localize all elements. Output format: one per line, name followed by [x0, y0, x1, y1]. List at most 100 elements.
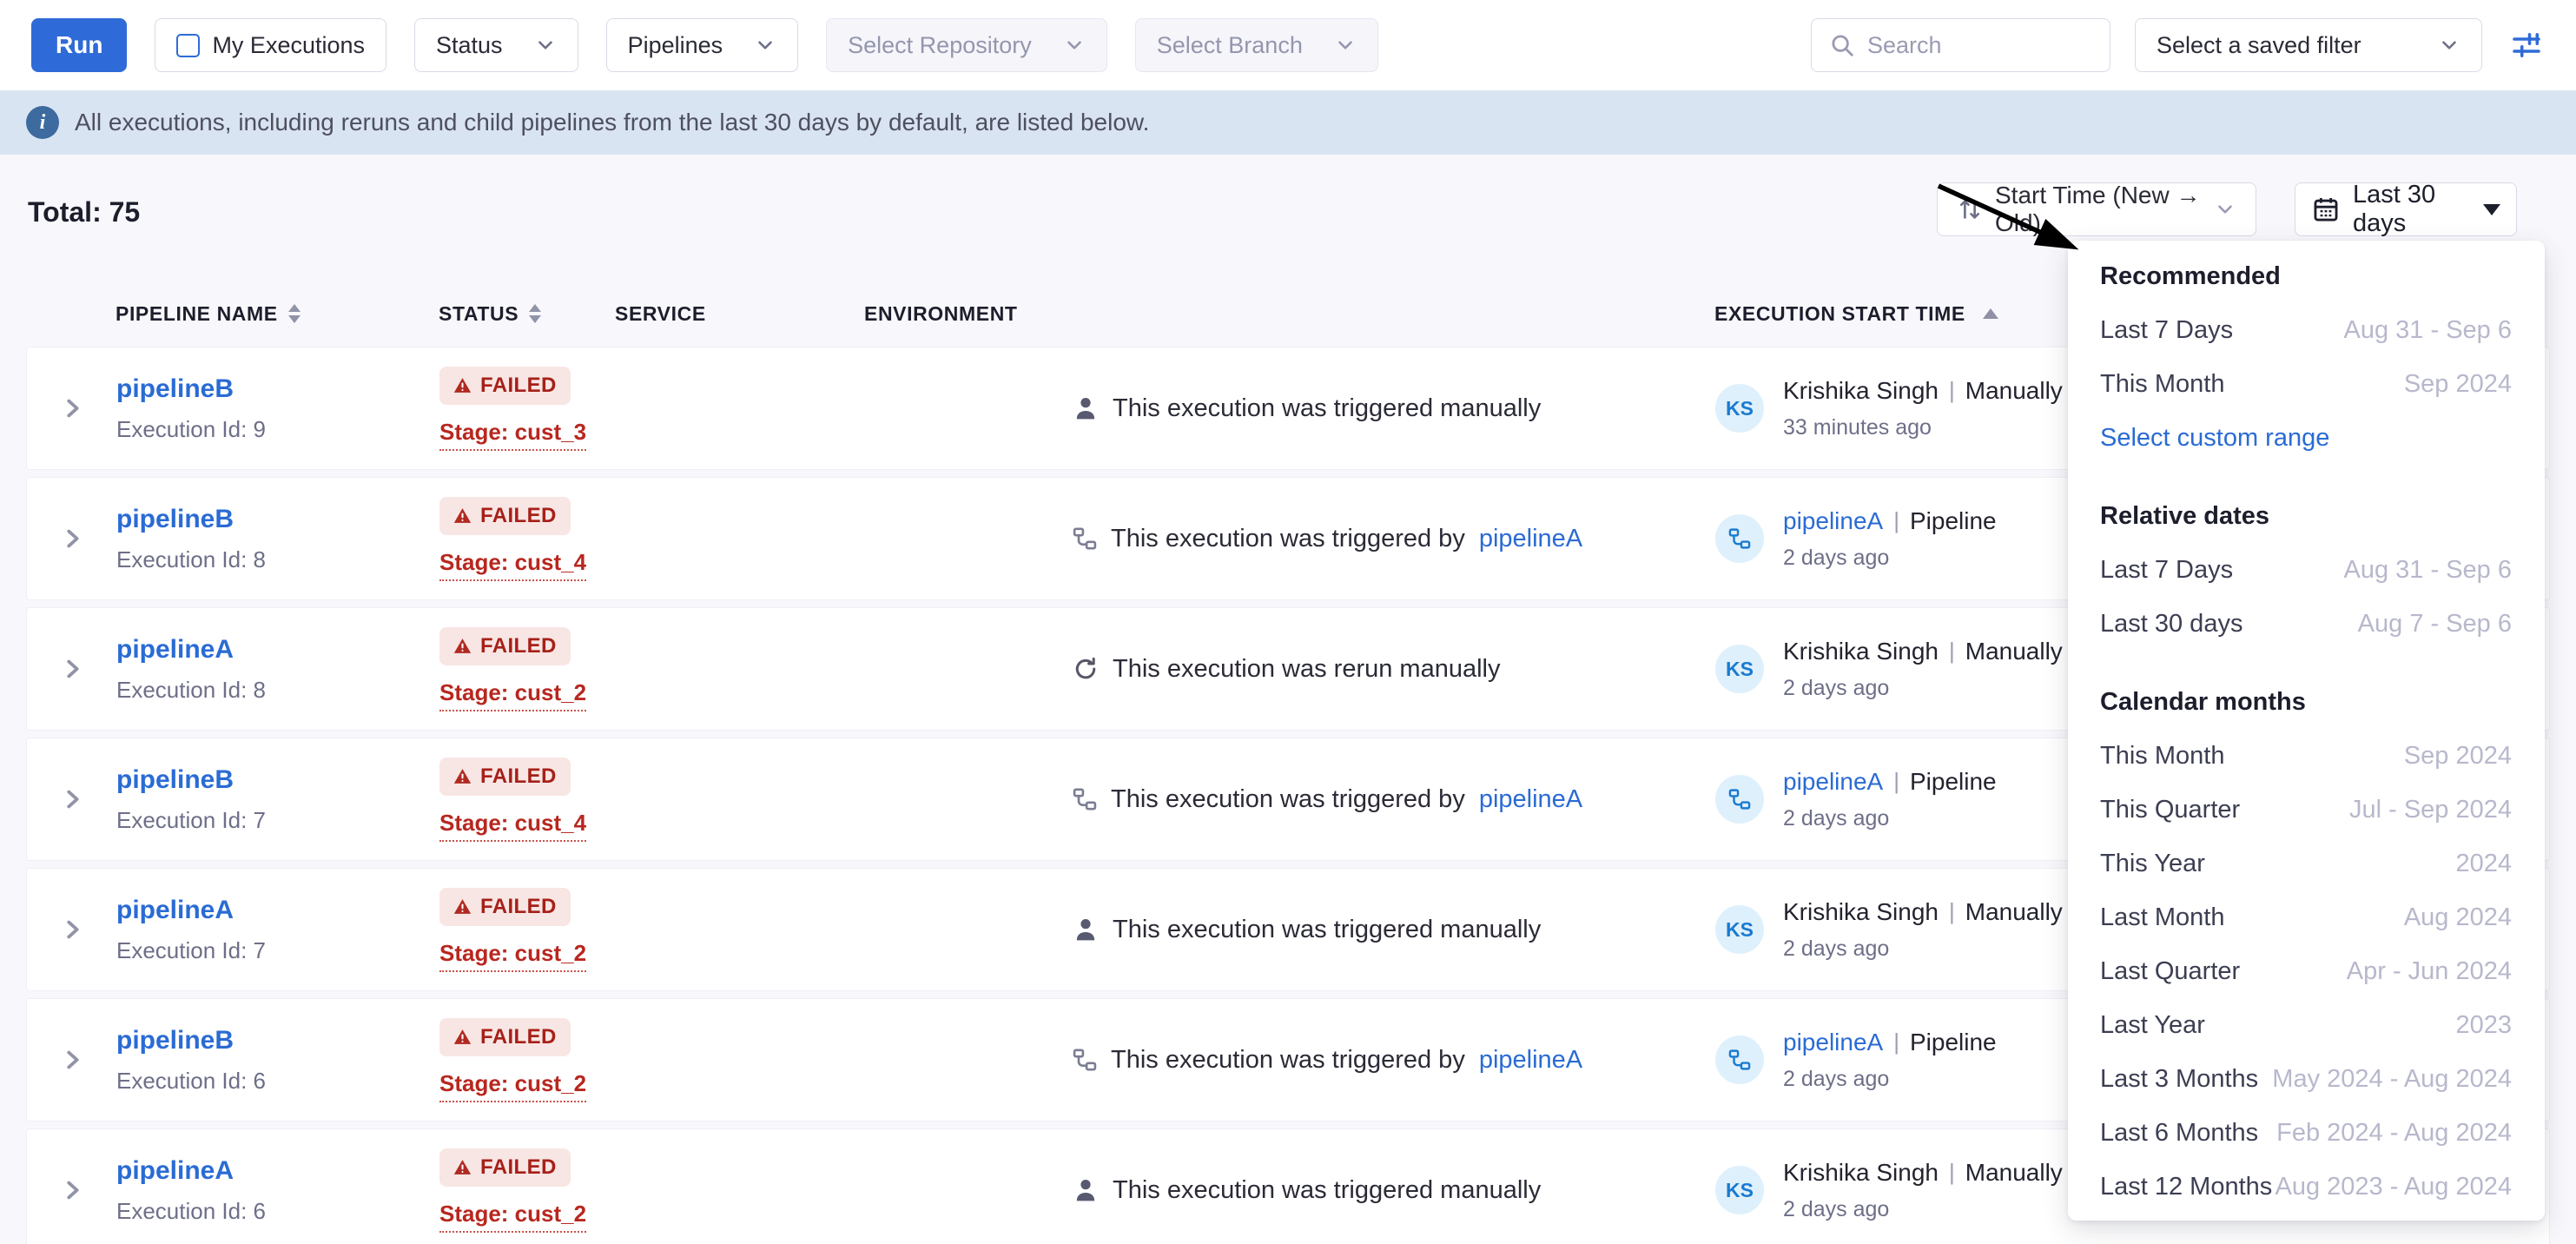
expand-row-button[interactable]: [27, 1047, 116, 1073]
expand-row-button[interactable]: [27, 786, 116, 812]
pipeline-name-link[interactable]: pipelineB: [116, 765, 439, 795]
chevron-right-icon: [59, 526, 85, 552]
pipeline-name-link[interactable]: pipelineA: [116, 1156, 439, 1186]
trigger-mode: Pipeline: [1910, 507, 1997, 535]
trigger-text: This execution was triggered by: [1111, 785, 1465, 814]
date-menu-item[interactable]: Last Quarter Apr - Jun 2024: [2100, 944, 2512, 998]
pipeline-name-link[interactable]: pipelineA: [116, 896, 439, 925]
date-menu-item-label: This Quarter: [2100, 796, 2240, 824]
pipeline-name-link[interactable]: pipelineB: [116, 505, 439, 534]
pipelines-dropdown[interactable]: Pipelines: [606, 18, 799, 72]
select-repository-dropdown[interactable]: Select Repository: [826, 18, 1107, 72]
date-menu-item[interactable]: This Year 2024: [2100, 837, 2512, 890]
expand-row-button[interactable]: [27, 395, 116, 421]
pipeline-name-link[interactable]: pipelineB: [116, 1026, 439, 1055]
status-label: FAILED: [480, 1025, 557, 1049]
trigger-text: This execution was triggered manually: [1113, 916, 1541, 944]
person-icon: [1073, 1177, 1099, 1203]
start-info: Krishika Singh | Manually 2 days ago: [1783, 638, 2063, 701]
date-menu-item[interactable]: Last 6 Months Feb 2024 - Aug 2024: [2100, 1106, 2512, 1160]
date-menu-item-label: Select custom range: [2100, 424, 2329, 453]
time-ago: 33 minutes ago: [1783, 415, 2063, 440]
select-branch-label: Select Branch: [1157, 32, 1303, 59]
date-menu-item[interactable]: Last 7 Days Aug 31 - Sep 6: [2100, 303, 2512, 357]
menu-items: This Month Sep 2024 This Quarter Jul - S…: [2100, 729, 2512, 1214]
date-menu-item[interactable]: Last Month Aug 2024: [2100, 890, 2512, 944]
sort-dropdown-label: Start Time (New → Old): [1995, 182, 2202, 237]
run-button[interactable]: Run: [31, 18, 127, 72]
pipeline-name-link[interactable]: pipelineA: [116, 635, 439, 665]
date-range-button[interactable]: Last 30 days: [2295, 182, 2517, 236]
failed-stage-link[interactable]: Stage: cust_2: [439, 940, 586, 972]
date-menu-item[interactable]: This Quarter Jul - Sep 2024: [2100, 783, 2512, 837]
time-ago: 2 days ago: [1783, 806, 1997, 831]
expand-row-button[interactable]: [27, 526, 116, 552]
filter-settings-button[interactable]: [2508, 27, 2545, 63]
date-menu-item[interactable]: Last Year 2023: [2100, 998, 2512, 1052]
expand-row-button[interactable]: [27, 916, 116, 943]
date-menu-item[interactable]: Last 12 Months Aug 2023 - Aug 2024: [2100, 1160, 2512, 1214]
date-menu-item[interactable]: This Month Sep 2024: [2100, 357, 2512, 411]
starter-pipeline-link[interactable]: pipelineA: [1783, 1029, 1883, 1056]
status-label: FAILED: [480, 764, 557, 789]
trigger-cell: This execution was triggered by pipeline…: [1073, 1046, 1715, 1075]
status-cell: FAILED Stage: cust_2: [439, 888, 616, 972]
starter-pipeline-link[interactable]: pipelineA: [1783, 507, 1883, 535]
date-menu-item-range: Apr - Jun 2024: [2347, 957, 2512, 986]
saved-filter-dropdown[interactable]: Select a saved filter: [2135, 18, 2482, 72]
trigger-pipeline-link[interactable]: pipelineA: [1479, 1046, 1582, 1075]
pipeline-trigger-icon: [1073, 1048, 1097, 1072]
separator: |: [1949, 377, 1955, 404]
pipeline-name-cell: pipelineA Execution Id: 8: [116, 635, 439, 704]
top-toolbar: Run My Executions Status Pipelines Selec…: [0, 0, 2576, 90]
my-executions-toggle[interactable]: My Executions: [155, 18, 386, 72]
menu-section-heading: Relative dates: [2100, 489, 2512, 543]
menu-items: Last 7 Days Aug 31 - Sep 6 This Month Se…: [2100, 303, 2512, 465]
search-input[interactable]: [1867, 32, 2092, 59]
failed-stage-link[interactable]: Stage: cust_4: [439, 549, 586, 581]
pipeline-name-link[interactable]: pipelineB: [116, 374, 439, 404]
trigger-mode: Manually: [1965, 898, 2063, 926]
column-header-pipeline-name[interactable]: PIPELINE NAME: [116, 302, 439, 326]
date-menu-item[interactable]: Last 7 Days Aug 31 - Sep 6: [2100, 543, 2512, 597]
sort-ascending-icon: [1983, 308, 1998, 319]
expand-row-button[interactable]: [27, 1177, 116, 1203]
date-menu-item-range: Aug 31 - Sep 6: [2344, 316, 2512, 345]
date-menu-item[interactable]: This Month Sep 2024: [2100, 729, 2512, 783]
date-menu-item-label: This Year: [2100, 850, 2205, 878]
pipeline-avatar: [1715, 1036, 1764, 1084]
trigger-text: This execution was triggered by: [1111, 1046, 1465, 1075]
pipeline-trigger-icon: [1073, 787, 1097, 811]
search-box[interactable]: [1811, 18, 2110, 72]
status-label: FAILED: [480, 504, 557, 528]
info-banner-text: All executions, including reruns and chi…: [75, 109, 1149, 136]
failed-stage-link[interactable]: Stage: cust_3: [439, 419, 586, 451]
expand-row-button[interactable]: [27, 656, 116, 682]
trigger-mode: Manually: [1965, 1159, 2063, 1187]
sort-dropdown[interactable]: Start Time (New → Old): [1937, 182, 2256, 236]
starter-pipeline-link[interactable]: pipelineA: [1783, 768, 1883, 796]
failed-stage-link[interactable]: Stage: cust_2: [439, 1201, 586, 1233]
execution-id: Execution Id: 7: [116, 807, 439, 834]
warning-icon: [453, 1029, 472, 1045]
date-menu-item[interactable]: Last 3 Months May 2024 - Aug 2024: [2100, 1052, 2512, 1106]
execution-id: Execution Id: 8: [116, 546, 439, 573]
column-header-status[interactable]: STATUS: [439, 302, 615, 326]
select-branch-dropdown[interactable]: Select Branch: [1135, 18, 1378, 72]
person-icon: [1073, 395, 1099, 421]
trigger-pipeline-link[interactable]: pipelineA: [1479, 785, 1582, 814]
pipelines-dropdown-label: Pipelines: [628, 32, 723, 59]
date-menu-item-label: Last 12 Months: [2100, 1173, 2272, 1201]
pipeline-name-cell: pipelineA Execution Id: 7: [116, 896, 439, 964]
date-menu-item-label: This Month: [2100, 370, 2224, 399]
status-dropdown[interactable]: Status: [414, 18, 578, 72]
failed-stage-link[interactable]: Stage: cust_2: [439, 679, 586, 711]
chevron-down-icon: [1334, 34, 1357, 56]
date-menu-item[interactable]: Last 30 days Aug 7 - Sep 6: [2100, 597, 2512, 651]
date-menu-item[interactable]: Select custom range: [2100, 411, 2512, 465]
failed-stage-link[interactable]: Stage: cust_2: [439, 1070, 586, 1102]
failed-stage-link[interactable]: Stage: cust_4: [439, 810, 586, 842]
my-executions-checkbox[interactable]: [176, 34, 200, 57]
trigger-text: This execution was triggered manually: [1113, 394, 1541, 423]
trigger-pipeline-link[interactable]: pipelineA: [1479, 525, 1582, 553]
